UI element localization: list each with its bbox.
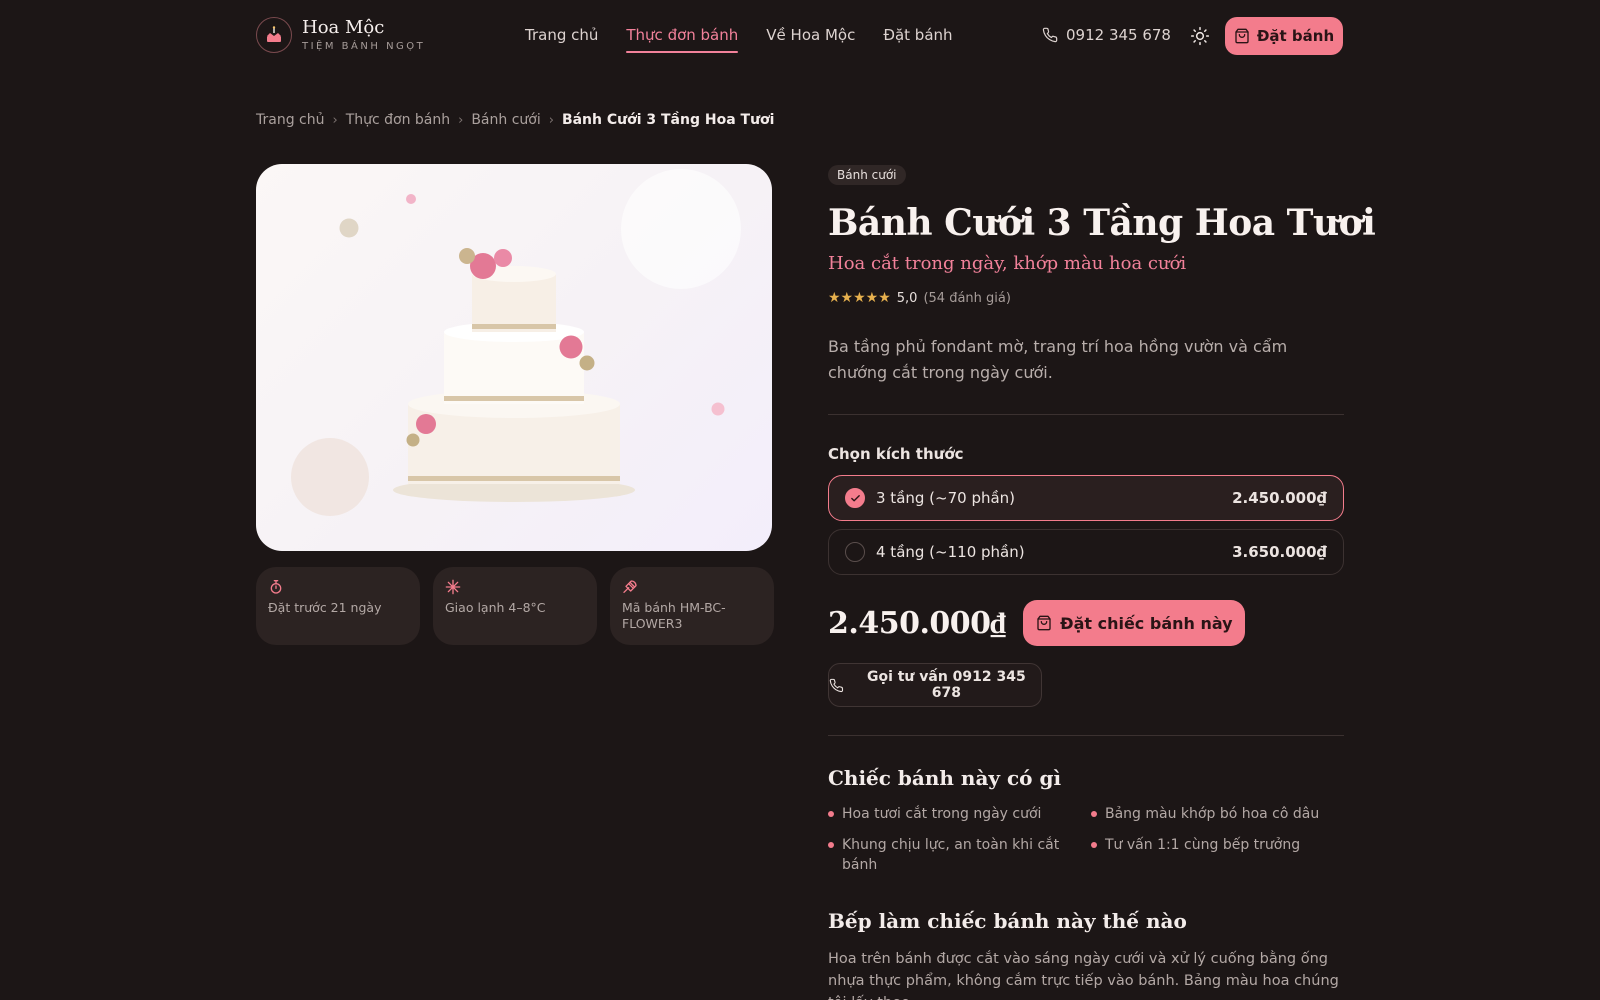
current-price: 2.450.000₫	[828, 605, 1006, 641]
feature-item: Khung chịu lực, an toàn khi cắt bánh	[828, 835, 1091, 875]
size-label: Chọn kích thước	[828, 445, 964, 463]
size-option-4-tier[interactable]: 4 tầng (~110 phần) 3.650.000₫	[828, 529, 1344, 575]
site-header: Hoa Mộc TIỆM BÁNH NGỌT Trang chủ Thực đơ…	[0, 0, 1600, 72]
how-text: Hoa trên bánh được cắt vào sáng ngày cướ…	[828, 951, 1339, 1000]
nav-item-home[interactable]: Trang chủ	[525, 26, 598, 53]
features-title: Chiếc bánh này có gì	[828, 766, 1062, 790]
header-phone-link[interactable]: 0912 345 678	[1042, 26, 1171, 44]
rating-value: 5,0	[896, 290, 918, 306]
feature-text: Tư vấn 1:1 cùng bếp trưởng	[1105, 837, 1301, 853]
product-title: Bánh Cưới 3 Tầng Hoa Tươi	[828, 202, 1376, 244]
feature-text: Hoa tươi cắt trong ngày cưới	[842, 806, 1042, 822]
size-option-label: 3 tầng (~70 phần)	[876, 489, 1016, 507]
call-consult-label: Gọi tư vấn 0912 345 678	[866, 669, 1026, 701]
feature-item: Hoa tươi cắt trong ngày cưới	[828, 804, 1091, 824]
info-card-delivery-text: Giao lạnh 4–8°C	[445, 600, 546, 615]
product-details: Bánh cưới Bánh Cưới 3 Tầng Hoa Tươi Hoa …	[828, 164, 1376, 1000]
breadcrumb-category[interactable]: Bánh cưới	[471, 112, 540, 128]
product-description: Ba tầng phủ fondant mờ, trang trí hoa hồ…	[828, 337, 1288, 382]
sun-icon	[1190, 26, 1210, 46]
breadcrumb-home[interactable]: Trang chủ	[256, 112, 324, 128]
breadcrumb: Trang chủ › Thực đơn bánh › Bánh cưới › …	[256, 112, 774, 128]
divider	[828, 414, 1344, 415]
phone-icon	[1042, 27, 1058, 43]
main-nav: Trang chủ Thực đơn bánh Về Hoa Mộc Đặt b…	[525, 26, 981, 53]
star-rating-icon: ★★★★★	[828, 290, 891, 306]
info-card-sku-text: Mã bánh HM-BC-FLOWER3	[622, 600, 726, 631]
size-option-label: 4 tầng (~110 phần)	[876, 543, 1025, 561]
call-consult-button[interactable]: Gọi tư vấn 0912 345 678	[828, 663, 1042, 707]
chevron-right-icon: ›	[548, 112, 554, 128]
cake-logo-icon	[256, 17, 292, 53]
radio-icon	[845, 542, 865, 562]
timer-icon	[268, 579, 408, 597]
chevron-right-icon: ›	[332, 112, 338, 128]
check-icon	[845, 488, 865, 508]
snowflake-icon	[445, 579, 585, 597]
header-order-button[interactable]: Đặt bánh	[1225, 17, 1343, 55]
rating-count: (54 đánh giá)	[923, 290, 1011, 306]
size-option-price: 2.450.000₫	[1232, 489, 1327, 507]
features-list: Hoa tươi cắt trong ngày cưới Bảng màu kh…	[828, 804, 1344, 875]
breadcrumb-current: Bánh Cưới 3 Tầng Hoa Tươi	[561, 112, 775, 128]
size-option-price: 3.650.000₫	[1232, 543, 1327, 561]
info-card-delivery: Giao lạnh 4–8°C	[433, 567, 597, 645]
feature-item: Tư vấn 1:1 cùng bếp trưởng	[1091, 835, 1344, 875]
nav-item-about[interactable]: Về Hoa Mộc	[766, 26, 855, 53]
phone-icon	[829, 678, 844, 692]
brand-tagline: TIỆM BÁNH NGỌT	[302, 41, 426, 52]
buy-row: 2.450.000₫ Đặt chiếc bánh này	[828, 600, 1344, 646]
info-cards: Đặt trước 21 ngày Giao lạnh 4–8°C Mã bán…	[256, 567, 774, 645]
tag-icon	[622, 579, 762, 597]
info-card-lead-time: Đặt trước 21 ngày	[256, 567, 420, 645]
product-subtitle: Hoa cắt trong ngày, khớp màu hoa cưới	[828, 253, 1187, 274]
order-cake-button[interactable]: Đặt chiếc bánh này	[1023, 600, 1246, 646]
feature-text: Bảng màu khớp bó hoa cô dâu	[1105, 806, 1320, 822]
product-image	[256, 164, 772, 551]
header-phone-number: 0912 345 678	[1066, 26, 1171, 44]
breadcrumb-menu[interactable]: Thực đơn bánh	[346, 112, 450, 128]
info-card-sku: Mã bánh HM-BC-FLOWER3	[610, 567, 774, 645]
feature-text: Khung chịu lực, an toàn khi cắt bánh	[842, 837, 1060, 873]
shopping-bag-icon	[1235, 28, 1249, 44]
nav-item-order[interactable]: Đặt bánh	[883, 26, 952, 53]
category-badge: Bánh cưới	[828, 165, 906, 185]
divider	[828, 735, 1344, 736]
header-order-label: Đặt bánh	[1256, 27, 1335, 45]
nav-item-menu[interactable]: Thực đơn bánh	[626, 26, 738, 53]
size-option-3-tier[interactable]: 3 tầng (~70 phần) 2.450.000₫	[828, 475, 1344, 521]
logo[interactable]: Hoa Mộc TIỆM BÁNH NGỌT	[256, 17, 425, 53]
feature-item: Bảng màu khớp bó hoa cô dâu	[1091, 804, 1344, 824]
brand-name: Hoa Mộc	[302, 17, 385, 38]
info-card-lead-time-text: Đặt trước 21 ngày	[268, 600, 382, 615]
rating: ★★★★★ 5,0 (54 đánh giá)	[828, 290, 1344, 306]
shopping-bag-icon	[1037, 615, 1051, 631]
theme-toggle[interactable]	[1188, 24, 1212, 48]
order-cake-label: Đặt chiếc bánh này	[1060, 613, 1233, 633]
chevron-right-icon: ›	[458, 112, 464, 128]
how-title: Bếp làm chiếc bánh này thế nào	[828, 909, 1187, 933]
